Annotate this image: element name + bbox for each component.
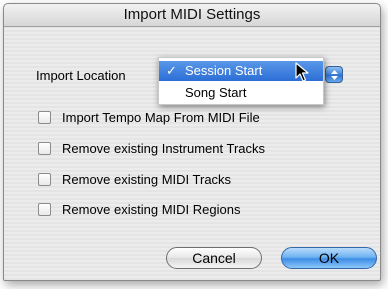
mouse-pointer-icon (295, 62, 309, 82)
menu-item-song-start[interactable]: Song Start (159, 83, 323, 103)
import-tempo-map-checkbox[interactable] (38, 111, 51, 124)
checkbox-label: Remove existing MIDI Regions (62, 202, 241, 217)
menu-item-label: Session Start (185, 63, 263, 78)
checkmark-icon: ✓ (166, 63, 177, 78)
checkbox-label: Remove existing Instrument Tracks (62, 141, 266, 156)
menu-item-label: Song Start (185, 85, 247, 100)
dialog-title: Import MIDI Settings (4, 4, 380, 27)
ok-button[interactable]: OK (281, 247, 377, 269)
checkbox-label: Import Tempo Map From MIDI File (62, 110, 260, 125)
import-location-stepper[interactable] (325, 66, 343, 83)
remove-instrument-tracks-checkbox[interactable] (38, 142, 51, 155)
import-midi-settings-dialog: Import MIDI Settings Import Location ✓ S… (3, 3, 381, 281)
up-down-arrows-icon (331, 70, 338, 80)
remove-midi-tracks-checkbox[interactable] (38, 173, 51, 186)
cancel-button[interactable]: Cancel (166, 247, 262, 269)
import-location-label: Import Location (36, 68, 126, 83)
remove-midi-regions-checkbox[interactable] (38, 203, 51, 216)
checkbox-label: Remove existing MIDI Tracks (62, 172, 232, 187)
